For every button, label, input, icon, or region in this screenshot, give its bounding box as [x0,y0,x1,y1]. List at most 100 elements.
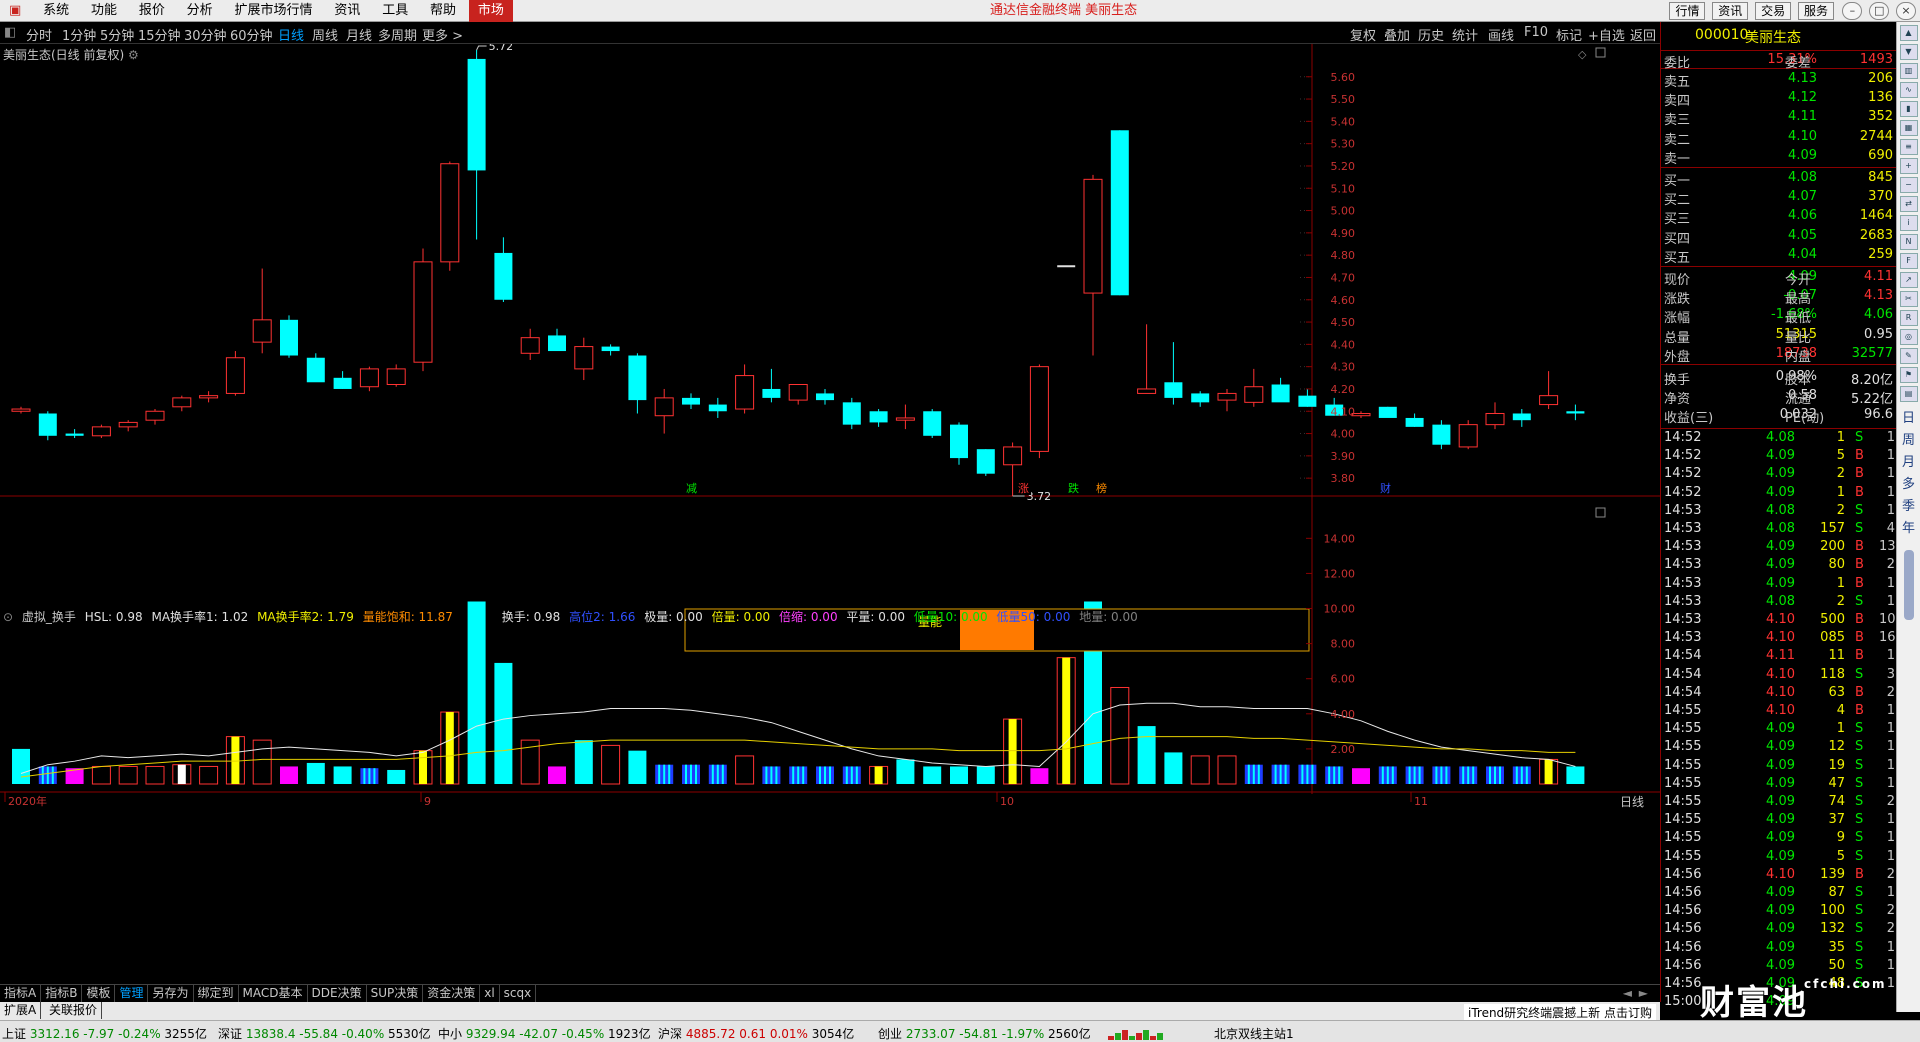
trade-button[interactable]: 交易 [1755,2,1792,20]
candle[interactable] [735,364,755,414]
volume-bar[interactable] [199,765,219,785]
trend-icon[interactable]: ↗ [1899,272,1918,288]
candle[interactable] [172,395,192,412]
volume-bar[interactable] [950,766,968,784]
volume-bar[interactable] [1217,755,1237,785]
toolbar-adjust[interactable]: 复权 [1350,25,1376,44]
candle[interactable] [1191,391,1210,407]
period-tab-15min[interactable]: 15分钟 [138,25,181,44]
f10-icon[interactable]: F [1899,253,1918,269]
volume-bar[interactable] [789,766,808,784]
bid-row[interactable]: 买四 4.05 2683 [1661,227,1897,247]
volume-bar[interactable] [1244,764,1263,784]
tab-indicator-6[interactable]: MACD基本 [239,985,308,1002]
side-cycle-1[interactable]: 周 [1899,430,1919,452]
side-cycle-2[interactable]: 月 [1899,452,1919,474]
volume-bar[interactable] [419,750,427,784]
side-cycle-4[interactable]: 季 [1899,496,1919,518]
candle[interactable] [628,353,647,414]
candle[interactable] [252,268,272,354]
volume-bar[interactable] [1110,686,1130,785]
volume-bar[interactable] [735,755,755,785]
volume-bar[interactable] [574,740,593,784]
diamond-icon[interactable]: ◇ [1578,48,1587,61]
volume-bar[interactable] [91,765,111,785]
volume-bar[interactable] [1164,752,1183,784]
zoom-in-icon[interactable]: + [1899,158,1918,174]
maximize-icon[interactable]: □ [1869,2,1890,20]
news-icon[interactable]: N [1899,234,1918,250]
toolbar-add-favorite[interactable]: +自选 [1588,25,1625,44]
candle[interactable] [1405,413,1424,427]
volume-bar[interactable] [762,766,781,784]
candle[interactable] [1244,368,1264,407]
candle[interactable] [1137,324,1157,394]
toolbar-draw[interactable]: 画线 [1488,25,1514,44]
candle[interactable] [682,393,700,410]
volume-bar[interactable] [816,766,834,784]
candle[interactable] [1271,377,1290,403]
tab-indicator-8[interactable]: SUP决策 [367,985,424,1002]
toolbar-stats[interactable]: 统计 [1452,25,1478,44]
event-marker[interactable]: 财 [1380,481,1391,495]
index-quote[interactable]: 沪深 4885.72 0.61 0.01% 3054亿 [658,1025,854,1042]
volume-bar[interactable] [1008,719,1017,784]
candle[interactable] [601,344,620,356]
candle[interactable] [118,420,138,432]
volume-bar[interactable] [874,766,883,784]
volume-bar[interactable] [280,766,298,784]
menu-function[interactable]: 功能 [82,0,126,22]
candle[interactable] [386,364,406,387]
side-cycle-5[interactable]: 年 [1899,518,1919,540]
menu-tools[interactable]: 工具 [373,0,417,22]
candle[interactable] [950,422,968,465]
candle[interactable] [1432,420,1451,450]
grid-icon[interactable]: ▦ [1899,120,1918,136]
tab-indicator-4[interactable]: 另存为 [148,985,194,1002]
period-tab-weekly[interactable]: 周线 [312,25,338,44]
ask-row[interactable]: 卖五 4.13 206 [1661,70,1897,90]
volume-bar[interactable] [252,739,272,785]
candle[interactable] [788,384,808,405]
scissors-icon[interactable]: ✂ [1899,291,1918,307]
candle[interactable] [654,388,674,434]
volume-bar[interactable] [708,764,727,784]
tab-scroll-left-icon[interactable]: ◄ [1623,986,1632,1000]
candle[interactable] [1029,364,1049,459]
event-marker[interactable]: 榜 [1096,481,1107,495]
volume-bar[interactable] [145,765,165,785]
index-quote[interactable]: 中小 9329.94 -42.07 -0.45% 1923亿 [438,1025,651,1042]
restore-pane-icon[interactable] [1595,507,1606,518]
volume-bar[interactable] [1030,768,1049,784]
candle[interactable] [816,388,834,405]
toolbar-back[interactable]: 返回 [1630,25,1656,44]
candle[interactable] [869,409,888,427]
volume-bar[interactable] [1378,766,1397,784]
volume-bar[interactable] [1271,764,1290,784]
volume-bar[interactable] [177,764,186,784]
volume-bar[interactable] [360,768,379,784]
period-tab-5min[interactable]: 5分钟 [100,25,134,44]
candle[interactable] [1512,409,1531,427]
tab-scroll-right-icon[interactable]: ► [1639,986,1648,1000]
volume-bar[interactable] [12,748,30,784]
candle[interactable] [91,424,111,439]
tab-indicator-5[interactable]: 绑定到 [194,985,239,1002]
volume-bar[interactable] [118,765,138,785]
candle[interactable] [520,328,540,360]
indicator-toggle-icon[interactable]: ⊙ [3,610,13,624]
down-arrow-icon[interactable]: ▼ [1899,44,1918,60]
side-cycle-0[interactable]: 日 [1899,408,1919,430]
volume-bar[interactable] [1512,766,1531,784]
candle[interactable] [1539,371,1559,410]
bid-row[interactable]: 买五 4.04 259 [1661,246,1897,266]
side-cycle-3[interactable]: 多 [1899,474,1919,496]
tab-extension-a[interactable]: 扩展A [0,1002,42,1019]
candle[interactable] [708,397,727,418]
tab-indicator-7[interactable]: DDE决策 [308,985,367,1002]
toolbar-mark[interactable]: 标记 [1556,25,1582,44]
toolbar-overlay[interactable]: 叠加 [1384,25,1410,44]
volume-bar[interactable] [306,762,325,784]
candle[interactable] [1378,406,1397,418]
candle[interactable] [895,404,915,430]
